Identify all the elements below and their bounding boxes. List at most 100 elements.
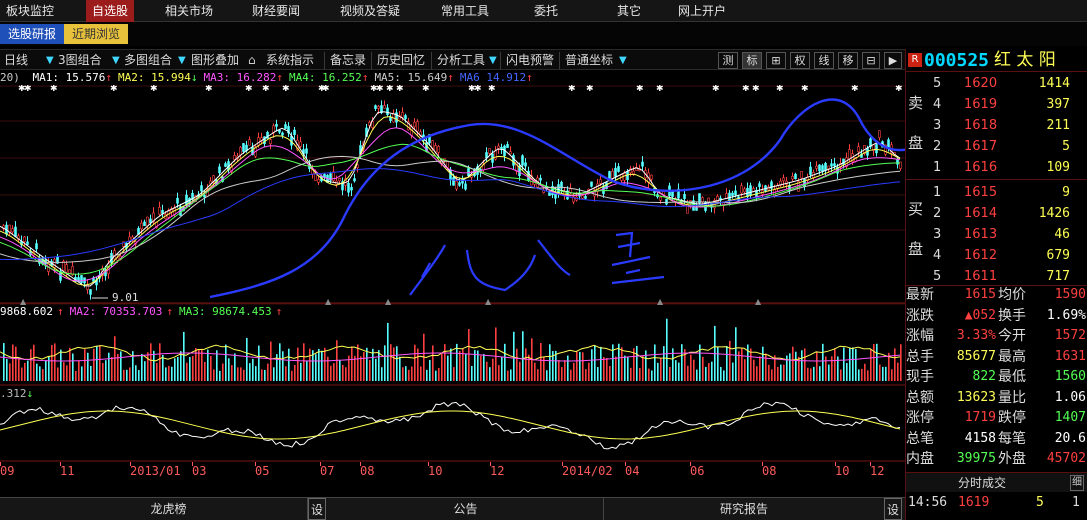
analysis-tools-button[interactable]: 分析工具: [437, 52, 485, 69]
nav-entrust[interactable]: 委托: [534, 0, 558, 22]
candle-body: [146, 216, 149, 227]
period-selector[interactable]: 日线: [4, 52, 28, 69]
volume-bar: [189, 357, 191, 381]
candle-body: [506, 144, 509, 148]
volume-bar: [603, 357, 605, 381]
move-button[interactable]: 移: [838, 52, 858, 69]
event-marker-icon: ✱: [636, 85, 644, 94]
volume-bar: [597, 367, 599, 381]
candle-body: [731, 192, 734, 196]
history-button[interactable]: 历史回忆: [377, 52, 425, 69]
measure-button[interactable]: 测: [718, 52, 738, 69]
multi-chart-button[interactable]: 多图组合: [124, 52, 172, 69]
vol-arrow: ↑: [166, 305, 173, 318]
ma-arrow: ↑: [105, 71, 112, 84]
candle-body: [68, 269, 71, 274]
volume-bar: [483, 354, 485, 381]
dropdown-arrow-icon[interactable]: ▼: [46, 52, 54, 69]
tick-toggle-button[interactable]: 细: [1070, 475, 1084, 491]
ask-volume: 5: [1062, 139, 1070, 154]
dragon-tiger-tab[interactable]: 龙虎榜: [30, 498, 308, 520]
tab-recent-browse[interactable]: 近期浏览: [64, 24, 129, 44]
volume-bar: [675, 360, 677, 381]
overlay-button[interactable]: 图形叠加: [191, 52, 239, 69]
nav-related-market[interactable]: 相关市场: [165, 0, 213, 22]
nav-watchlist[interactable]: 自选股: [86, 0, 135, 22]
candle-body: [791, 176, 794, 180]
announcement-tab[interactable]: 公告: [328, 498, 604, 520]
line-button[interactable]: 线: [814, 52, 834, 69]
quote-table: 最新 1615 均价 1590 涨跌 ▲052 换手 1.69% 涨幅 3.33% 今开 1572 总手…: [906, 283, 1087, 472]
volume-bar: [669, 366, 671, 381]
volume-bar: [570, 369, 572, 381]
volume-bar: [393, 347, 395, 381]
volume-bar: [804, 348, 806, 381]
nav-finance-news[interactable]: 财经要闻: [252, 0, 300, 22]
chart-toolbar: 日线 ▼ 3图组合 ▼ 多图组合 ▼ 图形叠加 ⌂ 系统指示 备忘录 历史回忆 …: [0, 49, 905, 70]
axis-tick: [835, 462, 836, 466]
grid-icon[interactable]: ⊞: [766, 52, 786, 69]
candle-body: [299, 141, 302, 147]
quote-value: 85677: [956, 348, 996, 364]
dropdown-arrow-icon[interactable]: ▼: [619, 52, 627, 69]
research-report-tab[interactable]: 研究报告: [606, 498, 882, 520]
window-icon[interactable]: ▶: [884, 52, 902, 69]
tab-stock-research[interactable]: 选股研报: [0, 24, 65, 44]
volume-bar: [471, 365, 473, 381]
volume-bar: [882, 366, 884, 381]
rights-button[interactable]: 权: [790, 52, 810, 69]
volume-bar: [726, 345, 728, 381]
combo3-button[interactable]: 3图组合: [58, 52, 102, 69]
candle-body: [611, 170, 614, 179]
axis-tick: [762, 462, 763, 466]
ma-value-5: MA5: 15.649: [374, 71, 448, 84]
dropdown-arrow-icon[interactable]: ▼: [489, 52, 497, 69]
dropdown-arrow-icon[interactable]: ▼: [178, 52, 186, 69]
candle-body: [539, 177, 542, 181]
candle-body: [800, 171, 803, 179]
volume-bar: [663, 346, 665, 381]
memo-button[interactable]: 备忘录: [330, 52, 366, 69]
volume-bar: [36, 363, 38, 381]
nav-sector-monitor[interactable]: 板块监控: [6, 0, 54, 22]
nav-other[interactable]: 其它: [617, 0, 641, 22]
volume-bar: [420, 366, 422, 381]
alert-button[interactable]: 闪电预警: [506, 52, 554, 69]
settings-button[interactable]: 设: [308, 498, 326, 520]
volume-bar: [240, 367, 242, 381]
candle-body: [818, 164, 821, 172]
volume-bar: [600, 346, 602, 381]
minimize-icon[interactable]: ⊟: [862, 52, 880, 69]
ma-legend: 20) MA1: 15.576↑ MA2: 15.994↓ MA3: 16.282↑…: [0, 71, 905, 85]
candle-body: [416, 121, 419, 132]
ma-lines: [0, 111, 901, 287]
volume-bar: [48, 356, 50, 381]
quote-label: 内盘: [906, 451, 934, 467]
nav-video-qa[interactable]: 视频及答疑: [340, 0, 400, 22]
candle-body: [65, 264, 68, 273]
volume-bar: [498, 365, 500, 381]
volume-bar: [324, 347, 326, 381]
kline-chart[interactable]: ✱✱ ✱ ✱ ✱ ✱ ✱ ✱ ✱ ✱✱ ✱✱ ✱ ✱ ✱ ✱✱ ✱ ✱ ✱ ✱ ✱ ✱ ✱ ✱ ✱ ✱ ✱ ✱▲ ▲ ▲ ▲ ▲ ▲ 9.0…: [0, 85, 905, 464]
volume-bar: [198, 349, 200, 381]
volume-bar: [210, 355, 212, 381]
dropdown-arrow-icon[interactable]: ▼: [112, 52, 120, 69]
volume-bar: [333, 363, 335, 381]
nav-tools[interactable]: 常用工具: [441, 0, 489, 22]
volume-bar: [165, 367, 167, 381]
volume-bar: [435, 370, 437, 381]
volume-bar: [375, 358, 377, 381]
event-marker-icon: ✱: [742, 85, 750, 94]
quote-label: 最新: [906, 287, 934, 303]
volume-bar: [789, 353, 791, 381]
lock-icon[interactable]: ⌂: [248, 52, 260, 69]
mark-button[interactable]: 标: [742, 52, 762, 69]
volume-bar: [627, 357, 629, 381]
volume-bar: [162, 354, 164, 381]
nav-open-account[interactable]: 网上开户: [678, 0, 726, 22]
system-indicator-button[interactable]: 系统指示: [266, 52, 314, 69]
coord-button[interactable]: 普通坐标: [565, 52, 613, 69]
candle-body: [332, 171, 335, 181]
event-marker-icon: ✱: [474, 85, 482, 94]
settings-button[interactable]: 设: [884, 498, 902, 520]
